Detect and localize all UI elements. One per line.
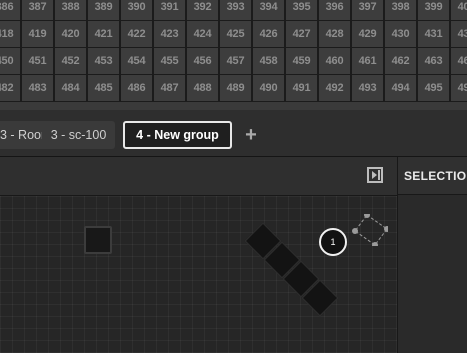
add-tab-button[interactable]: + xyxy=(240,124,262,146)
tab-sc-100[interactable]: 3 - sc-100 xyxy=(42,121,115,149)
selection-panel: SELECTION xyxy=(397,157,467,353)
channel-cell[interactable]: 392 xyxy=(187,0,218,20)
channel-cell[interactable]: 399 xyxy=(418,0,449,20)
channel-cell[interactable]: 394 xyxy=(253,0,284,20)
channel-cell[interactable]: 459 xyxy=(286,48,317,74)
channel-cell[interactable]: 464 xyxy=(451,48,467,74)
channel-cell[interactable]: 425 xyxy=(220,21,251,47)
channel-cell[interactable]: 461 xyxy=(352,48,383,74)
fixture-number: 1 xyxy=(330,237,336,247)
channel-cell[interactable]: 398 xyxy=(385,0,416,20)
channel-cell[interactable]: 484 xyxy=(55,75,86,101)
channel-cell[interactable]: 482 xyxy=(0,75,20,101)
channel-cell[interactable]: 400 xyxy=(451,0,467,20)
channel-cell[interactable]: 395 xyxy=(286,0,317,20)
group-tab-bar: 3 - Room 3 - sc-100 4 - New group + xyxy=(0,110,467,157)
channel-cell[interactable]: 427 xyxy=(286,21,317,47)
canvas-toolbar xyxy=(0,157,397,196)
channel-cell[interactable]: 490 xyxy=(253,75,284,101)
channel-cell[interactable]: 483 xyxy=(22,75,53,101)
channel-cell[interactable]: 489 xyxy=(220,75,251,101)
channel-cell[interactable]: 488 xyxy=(187,75,218,101)
channel-cell[interactable]: 456 xyxy=(187,48,218,74)
channel-cell[interactable]: 426 xyxy=(253,21,284,47)
panel-toggle-icon[interactable] xyxy=(367,167,383,183)
channel-cell[interactable]: 396 xyxy=(319,0,350,20)
channel-cell[interactable]: 418 xyxy=(0,21,20,47)
channel-cell[interactable]: 430 xyxy=(385,21,416,47)
channel-cell[interactable]: 492 xyxy=(319,75,350,101)
channel-cell[interactable]: 463 xyxy=(418,48,449,74)
fixture-number-marker[interactable]: 1 xyxy=(319,228,347,256)
channel-cell[interactable]: 455 xyxy=(154,48,185,74)
channel-cell[interactable]: 450 xyxy=(0,48,20,74)
channel-cell[interactable]: 424 xyxy=(187,21,218,47)
channel-grid: 3863873883893903913923933943953963973983… xyxy=(0,0,467,102)
channel-cell[interactable]: 389 xyxy=(88,0,119,20)
channel-cell[interactable]: 393 xyxy=(220,0,251,20)
channel-cell[interactable]: 432 xyxy=(451,21,467,47)
channel-cell[interactable]: 496 xyxy=(451,75,467,101)
selection-frame[interactable] xyxy=(352,214,388,246)
channel-cell[interactable]: 493 xyxy=(352,75,383,101)
selection-panel-header: SELECTION xyxy=(398,157,467,195)
channel-cell[interactable]: 431 xyxy=(418,21,449,47)
channel-cell[interactable]: 452 xyxy=(55,48,86,74)
channel-cell[interactable]: 423 xyxy=(154,21,185,47)
channel-cell[interactable]: 388 xyxy=(55,0,86,20)
channel-cell[interactable]: 421 xyxy=(88,21,119,47)
channel-cell[interactable]: 491 xyxy=(286,75,317,101)
channel-cell[interactable]: 390 xyxy=(121,0,152,20)
channel-cell[interactable]: 487 xyxy=(154,75,185,101)
channel-cell[interactable]: 457 xyxy=(220,48,251,74)
channel-cell[interactable]: 495 xyxy=(418,75,449,101)
channel-cell[interactable]: 387 xyxy=(22,0,53,20)
channel-cell[interactable]: 486 xyxy=(121,75,152,101)
channel-cell[interactable]: 428 xyxy=(319,21,350,47)
channel-cell[interactable]: 429 xyxy=(352,21,383,47)
channel-cell[interactable]: 397 xyxy=(352,0,383,20)
channel-cell[interactable]: 458 xyxy=(253,48,284,74)
channel-cell[interactable]: 494 xyxy=(385,75,416,101)
grid-scroll-strip xyxy=(0,102,467,110)
layout-canvas[interactable]: 1 xyxy=(0,196,397,353)
channel-cell[interactable]: 460 xyxy=(319,48,350,74)
channel-cell[interactable]: 454 xyxy=(121,48,152,74)
channel-cell[interactable]: 485 xyxy=(88,75,119,101)
selection-handle xyxy=(352,228,358,234)
fixture-square[interactable] xyxy=(84,226,112,254)
channel-cell[interactable]: 462 xyxy=(385,48,416,74)
channel-cell[interactable]: 419 xyxy=(22,21,53,47)
channel-cell[interactable]: 386 xyxy=(0,0,20,20)
channel-cell[interactable]: 453 xyxy=(88,48,119,74)
channel-cell[interactable]: 422 xyxy=(121,21,152,47)
channel-cell[interactable]: 391 xyxy=(154,0,185,20)
tab-new-group[interactable]: 4 - New group xyxy=(123,121,232,149)
channel-cell[interactable]: 420 xyxy=(55,21,86,47)
channel-cell[interactable]: 451 xyxy=(22,48,53,74)
